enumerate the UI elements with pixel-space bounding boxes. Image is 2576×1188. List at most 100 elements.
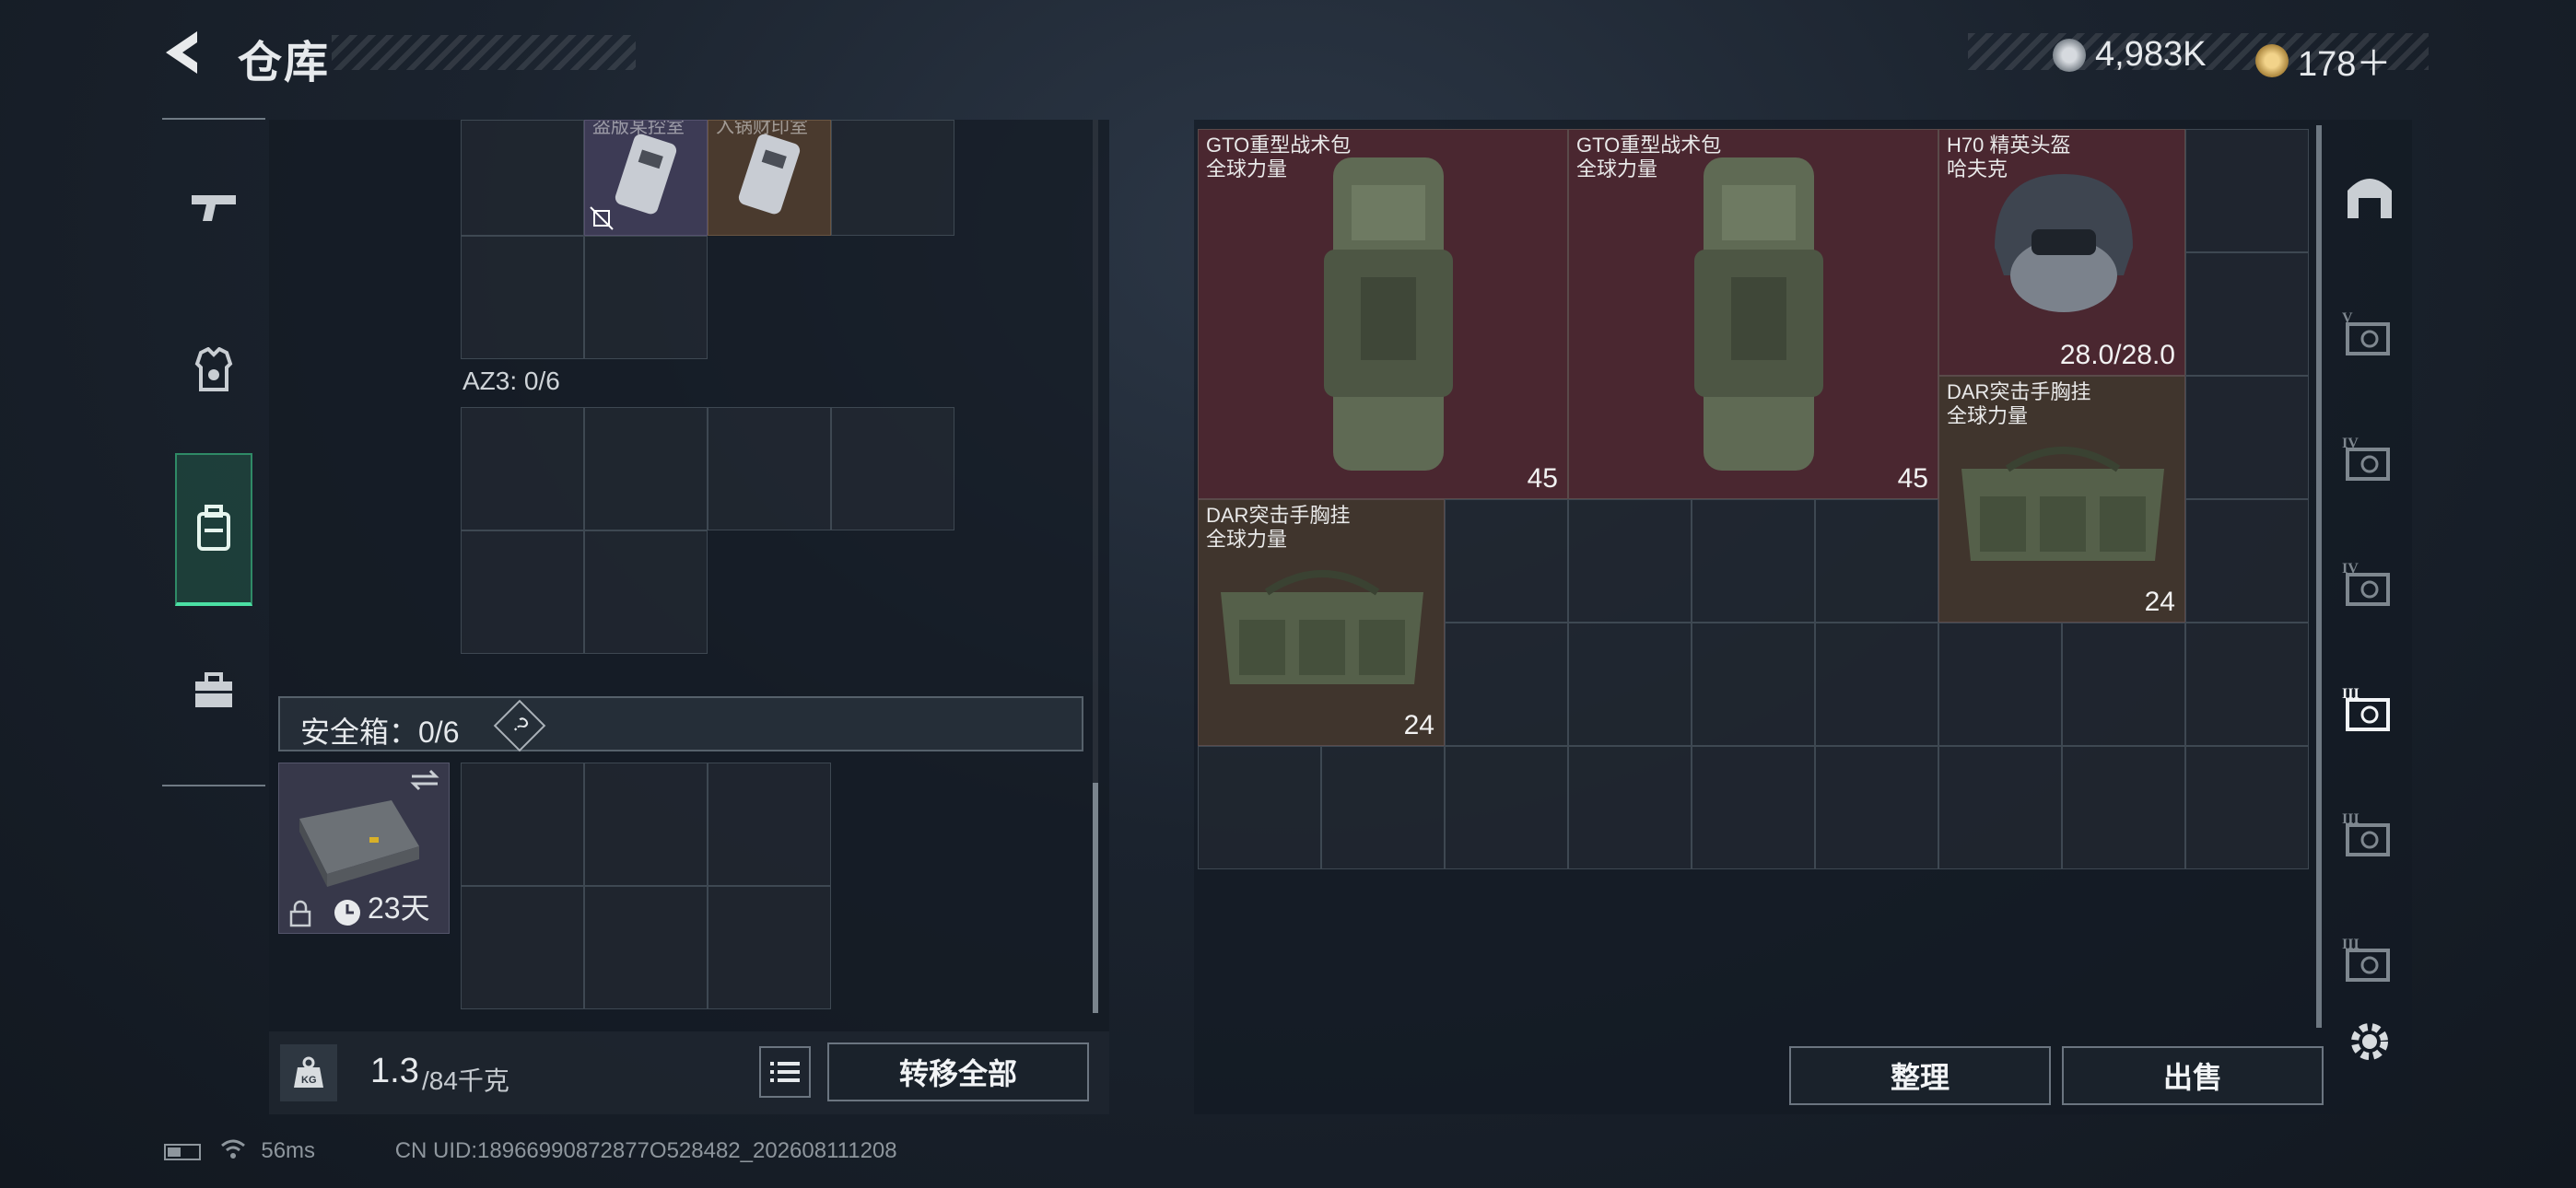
stash-tier-tab[interactable]: V <box>2331 297 2408 370</box>
item-capacity: 45 <box>1897 463 1928 494</box>
grid-cell[interactable] <box>1568 623 1692 746</box>
key-card-item[interactable]: 入锅财印室 <box>708 120 831 236</box>
scrollbar-track[interactable] <box>1093 120 1098 1013</box>
grid-cell[interactable] <box>461 763 584 886</box>
key-card-icon <box>615 134 677 215</box>
stash-tier-tab[interactable]: III <box>2331 923 2408 996</box>
grid-cell[interactable] <box>831 120 954 236</box>
grid-cell[interactable] <box>2185 376 2309 499</box>
grid-cell[interactable] <box>2185 499 2309 623</box>
item-durability: 28.0/28.0 <box>2059 340 2175 370</box>
backpack-icon <box>1324 157 1453 471</box>
grid-cell[interactable] <box>1568 499 1692 623</box>
money-amount: 4,983K <box>2095 35 2207 74</box>
grid-cell[interactable] <box>1321 746 1445 869</box>
user-uid: CN UID:18966990872877O528482_20260811120… <box>394 1138 897 1163</box>
key-card-item[interactable]: 盗版某控室 <box>584 120 708 236</box>
stash-tier-tab[interactable]: III <box>2331 672 2408 746</box>
grid-cell[interactable] <box>2062 746 2185 869</box>
nav-item-armor[interactable] <box>175 324 252 416</box>
grid-cell[interactable] <box>1692 623 1815 746</box>
back-arrow-icon <box>166 31 197 74</box>
armor-vest-icon <box>194 347 233 391</box>
grid-cell[interactable] <box>584 407 708 530</box>
grid-cell[interactable] <box>1445 623 1568 746</box>
inventory-footer: KG 1.3 /84千克 转移全部 <box>269 1031 1109 1114</box>
grid-cell[interactable] <box>461 236 584 359</box>
grid-cell[interactable] <box>708 886 831 1009</box>
chest-rig-icon <box>1221 570 1423 684</box>
grid-cell[interactable] <box>1445 499 1568 623</box>
grid-cell[interactable] <box>1568 746 1692 869</box>
stash-item-helmet[interactable]: H70 精英头盔 哈夫克 28.0/28.0 <box>1938 129 2185 376</box>
stash-page-icon: III <box>2342 937 2390 982</box>
nav-item-medkit[interactable] <box>175 645 252 737</box>
lock-icon <box>289 900 311 927</box>
stash-home-tab[interactable] <box>2331 162 2408 227</box>
stash-tier-tab[interactable]: III <box>2331 798 2408 871</box>
safe-box-header: 安全箱：0/6 ? <box>278 696 1083 752</box>
stash-scrollbar[interactable] <box>2316 125 2322 1028</box>
grid-cell[interactable] <box>831 407 954 530</box>
title-decoration <box>332 35 636 70</box>
safe-box-label: 安全箱：0/6 <box>300 716 460 749</box>
grid-cell[interactable] <box>461 530 584 654</box>
stash-item-chest-rig[interactable]: DAR突击手胸挂 全球力量 24 <box>1938 376 2185 623</box>
stash-tier-tab[interactable]: IV <box>2331 547 2408 621</box>
stash-tier-tab[interactable]: IV <box>2331 422 2408 495</box>
settings-button[interactable] <box>2331 1009 2408 1074</box>
grid-cell[interactable] <box>708 407 831 530</box>
grid-cell[interactable] <box>708 763 831 886</box>
nav-item-backpack[interactable] <box>175 453 252 606</box>
stash-page-icon: III <box>2342 686 2390 731</box>
svg-text:KG: KG <box>301 1075 317 1086</box>
grid-cell[interactable] <box>2185 746 2309 869</box>
grid-cell[interactable] <box>584 236 708 359</box>
stash-item-backpack[interactable]: GTO重型战术包 全球力量 45 <box>1198 129 1568 499</box>
backpack-icon <box>197 505 230 551</box>
swap-icon[interactable] <box>408 769 441 791</box>
coupon-icon <box>2255 43 2289 77</box>
item-capacity: 24 <box>1403 710 1434 740</box>
toolbox-icon <box>195 672 232 707</box>
coupon-amount[interactable]: 178＋ <box>2298 35 2391 86</box>
grid-cell[interactable] <box>584 763 708 886</box>
page-title: 仓库 <box>238 39 331 87</box>
safe-box-days: 23天 <box>368 891 430 925</box>
stash-page-icon: V <box>2342 310 2390 355</box>
grid-cell[interactable] <box>1198 746 1321 869</box>
grid-cell[interactable] <box>1938 623 2062 746</box>
grid-cell[interactable] <box>2062 623 2185 746</box>
grid-cell[interactable] <box>584 886 708 1009</box>
nav-item-weapons[interactable] <box>175 162 252 254</box>
sort-button[interactable]: 整理 <box>1789 1046 2051 1105</box>
sell-button[interactable]: 出售 <box>2062 1046 2324 1105</box>
grid-cell[interactable] <box>1692 746 1815 869</box>
grid-cell[interactable] <box>1938 746 2062 869</box>
back-button[interactable] <box>157 26 212 79</box>
stash-item-chest-rig[interactable]: DAR突击手胸挂 全球力量 24 <box>1198 499 1445 746</box>
grid-cell[interactable] <box>1815 623 1938 746</box>
wifi-icon <box>220 1138 246 1165</box>
grid-cell[interactable] <box>1815 499 1938 623</box>
transfer-all-button[interactable]: 转移全部 <box>827 1042 1089 1101</box>
grid-cell[interactable] <box>1445 746 1568 869</box>
grid-cell[interactable] <box>461 120 584 236</box>
grid-cell[interactable] <box>2185 129 2309 252</box>
scrollbar-thumb[interactable] <box>1093 783 1098 1013</box>
list-view-button[interactable] <box>759 1046 811 1098</box>
grid-cell[interactable] <box>2185 252 2309 376</box>
currency-bar: 4,983K 178＋ <box>1968 33 2429 84</box>
scrollbar-thumb[interactable] <box>2316 125 2322 1028</box>
no-insure-icon <box>590 206 614 230</box>
grid-cell[interactable] <box>1815 746 1938 869</box>
grid-cell[interactable] <box>584 530 708 654</box>
safe-box-item[interactable]: 23天 <box>278 763 450 934</box>
grid-cell[interactable] <box>1692 499 1815 623</box>
help-icon[interactable]: ? <box>493 699 546 752</box>
grid-cell[interactable] <box>461 886 584 1009</box>
status-bar: 56ms CN UID:18966990872877O528482_202608… <box>164 1138 897 1165</box>
grid-cell[interactable] <box>461 407 584 530</box>
stash-item-backpack[interactable]: GTO重型战术包 全球力量 45 <box>1568 129 1938 499</box>
grid-cell[interactable] <box>2185 623 2309 746</box>
